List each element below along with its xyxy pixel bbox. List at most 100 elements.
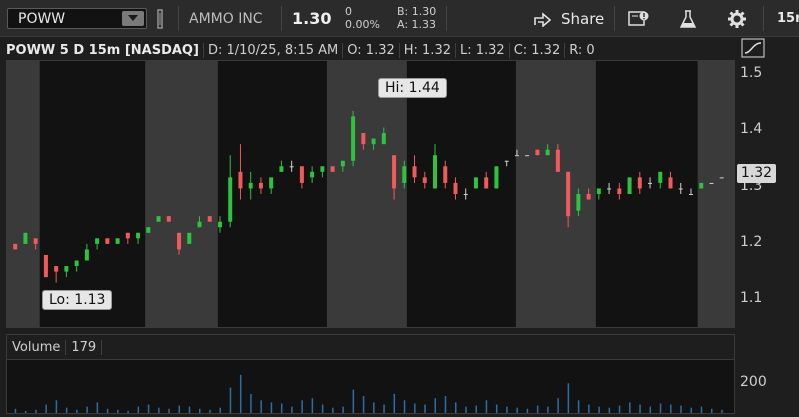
candle-body [504, 160, 509, 162]
volume-bar [209, 409, 211, 413]
candle-body [525, 155, 530, 157]
price-tick: 1.2 [740, 234, 763, 250]
volume-bar [137, 406, 140, 413]
candle-body [719, 177, 724, 179]
gear-icon[interactable] [727, 0, 747, 37]
candle-body [586, 194, 591, 200]
candle-body [95, 238, 100, 244]
volume-bar [649, 406, 652, 413]
candle-body [84, 249, 89, 261]
close-value: C: 1.32 [510, 42, 566, 58]
candle-body [299, 166, 304, 183]
volume-bar [219, 407, 221, 413]
symbol-input[interactable]: POWW [7, 8, 147, 29]
share-button[interactable]: Share [533, 0, 604, 37]
candle-body [248, 182, 253, 189]
high-value: H: 1.32 [400, 42, 456, 58]
candle-body [13, 243, 18, 250]
volume-bar [96, 402, 99, 413]
candle-body [23, 232, 28, 244]
volume-bar [106, 408, 109, 413]
volume-value: 179 [66, 339, 103, 355]
volume-chart[interactable] [6, 359, 735, 414]
price-tick: 1.4 [740, 121, 763, 137]
candle-body [269, 177, 274, 189]
volume-bar [526, 408, 529, 413]
volume-bar [158, 407, 160, 413]
candle-body [105, 238, 110, 244]
percent-change: 0.00% [345, 18, 380, 31]
volume-bar [444, 396, 447, 413]
chart-header: POWW 5 D 15m [NASDAQ] D: 1/10/25, 8:15 A… [6, 40, 599, 60]
candle-body [535, 149, 540, 156]
bid-ask: B: 1.30 A: 1.33 [397, 5, 436, 31]
candle-body [473, 177, 478, 189]
flask-icon[interactable] [680, 0, 696, 37]
volume-bar [168, 408, 170, 413]
toolbar-separator [281, 6, 282, 31]
low-value: L: 1.32 [456, 42, 510, 58]
candle-body [33, 238, 38, 244]
volume-bar [65, 407, 68, 413]
last-price: 1.30 [292, 9, 332, 28]
candle-body [197, 221, 202, 228]
volume-bar [311, 398, 314, 413]
volume-bar [229, 387, 232, 413]
symbol-text: POWW [18, 11, 66, 27]
price-chart-svg [7, 61, 734, 327]
volume-bar [659, 403, 662, 413]
candle-body [310, 171, 315, 178]
volume-bar [588, 404, 590, 413]
candle-body [238, 171, 243, 189]
volume-bar [506, 406, 508, 413]
candle-body [422, 177, 427, 183]
bid-price: B: 1.30 [397, 5, 437, 18]
candle-body [648, 182, 653, 184]
period-selector[interactable]: 15n [777, 0, 799, 37]
candle-body [443, 166, 448, 183]
session-band [515, 61, 596, 327]
candle-body [330, 166, 335, 172]
drawing-tool-icon[interactable] [741, 38, 765, 58]
volume-bar [700, 406, 703, 413]
candle-body [637, 177, 642, 189]
candle-body [566, 171, 571, 217]
volume-bar [403, 400, 406, 413]
volume-bar [373, 402, 375, 413]
bar-date: D: 1/10/25, 8:15 AM [204, 42, 344, 58]
volume-bar [475, 405, 477, 413]
volume-bar [495, 404, 498, 413]
toolbar-separator [178, 6, 179, 31]
candle-body [166, 216, 171, 222]
change-info: 0 0.00% [345, 5, 380, 31]
volume-bar [342, 406, 344, 413]
candle-body [279, 166, 284, 172]
candle-body [627, 177, 632, 194]
volume-bar [577, 400, 580, 413]
volume-bar [352, 389, 355, 413]
toolbar-separator [763, 6, 764, 31]
candle-body [555, 149, 560, 172]
price-chart[interactable] [6, 60, 735, 328]
candle-body [54, 266, 59, 272]
volume-bar [35, 409, 37, 413]
link-icon[interactable] [156, 0, 168, 37]
volume-bar [188, 406, 191, 413]
volume-chart-svg [14, 374, 723, 413]
symbol-dropdown-button[interactable] [122, 11, 144, 26]
session-band [145, 61, 218, 327]
volume-bar [629, 402, 631, 413]
volume-bar [454, 402, 457, 413]
candle-body [658, 171, 663, 183]
current-price-tag: 1.32 [737, 164, 776, 183]
share-icon [534, 11, 552, 27]
candle-body [177, 232, 182, 250]
volume-bar [280, 403, 283, 413]
volume-bar [239, 374, 242, 413]
volume-bar [260, 400, 262, 413]
volume-bar [199, 408, 201, 413]
volume-bar [362, 396, 365, 413]
volume-bar [24, 410, 27, 413]
news-icon[interactable] [628, 0, 650, 37]
share-label: Share [561, 9, 605, 28]
